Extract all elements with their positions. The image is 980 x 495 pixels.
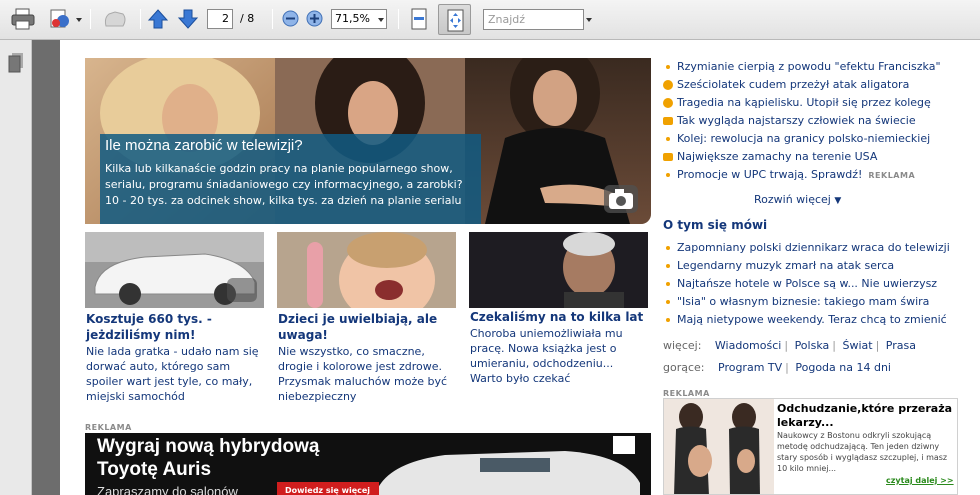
tools-icon[interactable] (48, 8, 72, 30)
fit-width-icon[interactable] (407, 8, 431, 30)
link-wiadomosci[interactable]: Wiadomości (715, 339, 781, 352)
article-text-2: Nie wszystko, co smaczne, drogie i kolor… (278, 345, 448, 403)
camera-icon (227, 278, 257, 302)
ad-label: REKLAMA (85, 423, 132, 432)
link-pogoda[interactable]: Pogoda na 14 dni (795, 361, 891, 374)
page-total: / 8 (240, 12, 255, 25)
camera-icon (604, 185, 638, 213)
link-polska[interactable]: Polska (795, 339, 830, 352)
viewer-background (32, 40, 60, 495)
expand-more-link[interactable]: Rozwiń więcej ▼ (754, 193, 841, 206)
video-icon (663, 80, 673, 90)
news-list: Rzymianie cierpią z powodu "efektu Franc… (663, 60, 941, 186)
trending-item[interactable]: Najtańsze hotele w Polsce są w... Nie uw… (663, 277, 950, 295)
camera-icon (663, 153, 673, 161)
page-number-input[interactable]: 2 (207, 9, 233, 29)
bullet-icon (666, 264, 670, 268)
article-image-car[interactable] (85, 232, 264, 308)
side-ad-read-more[interactable]: czytaj dalej >> (886, 476, 954, 485)
news-item[interactable]: Sześciolatek cudem przeżył atak aligator… (663, 78, 941, 96)
article-image-man[interactable] (469, 232, 648, 308)
find-input[interactable]: Znajdź (483, 9, 584, 30)
trending-item[interactable]: "Isia" o własnym biznesie: takiego mam ś… (663, 295, 950, 313)
hot-links: gorące: Program TV | Pogoda na 14 dni (663, 361, 891, 374)
article-title-1[interactable]: Kosztuje 660 tys. - jeżdziliśmy nim! (86, 311, 261, 343)
banner-cta-button[interactable]: Dowiedz się więcej › (277, 482, 379, 495)
news-item[interactable]: Kolej: rewolucja na granicy polsko-niemi… (663, 132, 941, 150)
hand-icon[interactable] (101, 8, 126, 30)
trending-item[interactable]: Legendarny muzyk zmarł na atak serca (663, 259, 950, 277)
camera-icon (663, 117, 673, 125)
find-dropdown-icon[interactable] (586, 18, 592, 22)
trending-list: Zapomniany polski dziennikarz wraca do t… (663, 241, 950, 331)
next-page-icon[interactable] (177, 8, 201, 30)
article-title-3[interactable]: Czekaliśmy na to kilka lat (470, 309, 650, 325)
news-item[interactable]: Tak wygląda najstarszy człowiek na świec… (663, 114, 941, 132)
side-ad[interactable]: Odchudzanie,które przeraża lekarzy... Na… (663, 398, 958, 495)
news-item[interactable]: Rzymianie cierpią z powodu "efektu Franc… (663, 60, 941, 78)
news-item[interactable]: Promocje w UPC trwają. Sprawdź! REKLAMA (663, 168, 941, 186)
banner-headline-1: Wygraj nową hybrydową (97, 436, 320, 457)
navigation-panel (0, 40, 32, 495)
side-ad-title[interactable]: Odchudzanie,które przeraża lekarzy... (777, 402, 955, 430)
hero-text: Kilka lub kilkanaście godzin pracy na pl… (105, 162, 463, 207)
bullet-icon (666, 137, 670, 141)
banner-subtext: Zapraszamy do salonów (97, 484, 238, 495)
article-image-child[interactable] (277, 232, 456, 308)
more-links: więcej: Wiadomości | Polska | Świat | Prasa (663, 339, 916, 352)
sponsored-tag: REKLAMA (868, 171, 916, 180)
link-swiat[interactable]: Świat (842, 339, 872, 352)
double-chevron-down-icon: ▼ (834, 196, 842, 206)
toyota-banner-ad[interactable]: Wygraj nową hybrydową Toyotę Auris Zapra… (85, 433, 651, 495)
news-item[interactable]: Największe zamachy na terenie USA (663, 150, 941, 168)
trending-item[interactable]: Mają nietypowe weekendy. Teraz chcą to z… (663, 313, 950, 331)
ad-label: REKLAMA (663, 389, 710, 398)
bullet-icon (666, 300, 670, 304)
fit-page-button[interactable] (438, 4, 471, 35)
link-program-tv[interactable]: Program TV (718, 361, 782, 374)
trending-title: O tym się mówi (663, 218, 768, 232)
article-title-2[interactable]: Dzieci je uwielbiają, ale uwaga! (278, 311, 453, 343)
banner-headline-2: Toyotę Auris (97, 459, 212, 480)
hero-feature[interactable]: Ile można zarobić w telewizji? Kilka lub… (85, 58, 651, 224)
article-text-3: Choroba uniemożliwiała mu pracę. Nowa ks… (470, 327, 623, 385)
bullet-icon (666, 282, 670, 286)
ad-photo (664, 399, 774, 494)
hero-title[interactable]: Ile można zarobić w telewizji? (105, 137, 303, 154)
side-ad-text: Naukowcy z Bostonu odkryli szokującą met… (777, 431, 948, 473)
video-icon (663, 98, 673, 108)
print-icon[interactable] (11, 8, 35, 30)
pdf-toolbar: 2 / 8 71,5% Znajdź (0, 0, 980, 40)
tools-dropdown-icon[interactable] (76, 18, 82, 22)
article-text-1: Nie lada gratka - udało nam się dorwać a… (86, 345, 259, 403)
prev-page-icon[interactable] (147, 8, 171, 30)
zoom-dropdown-icon[interactable] (378, 18, 384, 22)
bullet-icon (666, 318, 670, 322)
fit-page-icon (447, 9, 464, 32)
pages-panel-icon[interactable] (8, 53, 24, 77)
trending-item[interactable]: Zapomniany polski dziennikarz wraca do t… (663, 241, 950, 259)
bullet-icon (666, 246, 670, 250)
zoom-out-icon[interactable] (282, 10, 299, 31)
link-prasa[interactable]: Prasa (886, 339, 916, 352)
bullet-icon (666, 65, 670, 69)
bullet-icon (666, 173, 670, 177)
news-item[interactable]: Tragedia na kąpielisku. Utopił się przez… (663, 96, 941, 114)
zoom-in-icon[interactable] (306, 10, 323, 31)
